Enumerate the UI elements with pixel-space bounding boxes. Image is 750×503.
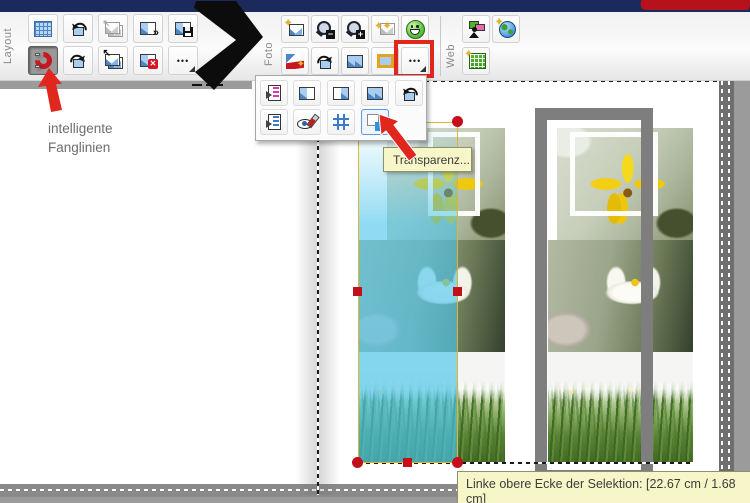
foto-more-dropdown: [255, 75, 427, 141]
grid-icon: [34, 20, 52, 37]
foto-section-label: Foto: [263, 42, 275, 67]
selection-status-tooltip: Linke obere Ecke der Selektion: [22.67 c…: [457, 471, 750, 503]
smart-guides-button[interactable]: [28, 46, 58, 75]
bring-to-front-icon: ↖: [103, 48, 123, 69]
zoom-out-button[interactable]: −: [311, 15, 339, 43]
two-photos-button[interactable]: [341, 47, 369, 75]
decorations-button[interactable]: ✦: [281, 47, 309, 75]
zoom-out-icon: −: [316, 20, 335, 39]
page-right-edge: [719, 81, 734, 497]
undo-layout-button[interactable]: [395, 80, 423, 106]
smiley-icon: [405, 19, 425, 39]
gray-frame-object[interactable]: [535, 108, 653, 482]
fold-shadow-left: [296, 82, 317, 495]
selection-handle-top-right[interactable]: [452, 116, 463, 127]
web-globe-button[interactable]: ✦: [492, 15, 520, 43]
rotate-icon: [318, 55, 333, 69]
redo-icon: [71, 54, 86, 68]
eye-brush-icon: [297, 113, 320, 130]
photo-left-icon: [299, 86, 315, 100]
transparenz-tooltip-text: Transparenz...: [393, 153, 470, 167]
zoom-in-icon: +: [346, 20, 365, 39]
photo-frame-icon: [376, 54, 394, 68]
delete-layout-button[interactable]: ✕: [133, 46, 163, 75]
transparency-icon: [366, 113, 384, 131]
album-add-icon: [265, 85, 281, 101]
toolbar: Layout ↖ » ↖ ✕ ••• Foto ✦ − + ✦✦ ✦ ••• W…: [0, 12, 750, 81]
web-section-label: Web: [445, 44, 457, 68]
save-layout-icon: [175, 22, 193, 37]
layout-more-button[interactable]: •••: [168, 46, 198, 75]
rotate-button[interactable]: [311, 47, 339, 75]
auto-enhance-icon: ✦✦: [375, 22, 395, 36]
eye-brush-style-button[interactable]: [293, 109, 321, 135]
fold-shadow-right: [319, 82, 340, 495]
photo-right-layout-button[interactable]: [327, 80, 355, 106]
selection-handle-bottom-left[interactable]: [352, 457, 363, 468]
layout-section-label: Layout: [2, 28, 14, 65]
web-globe-icon: ✦: [495, 18, 516, 38]
add-photo-button[interactable]: ✦: [281, 15, 309, 43]
photo-both-layout-button[interactable]: [361, 80, 389, 106]
photo-left-layout-button[interactable]: [293, 80, 321, 106]
album-pages-add-button[interactable]: [260, 80, 288, 106]
decorations-icon: ✦: [286, 53, 304, 69]
arrange-back-button[interactable]: ↖: [98, 14, 128, 43]
canvas-top-bar: [0, 80, 252, 89]
save-layout-button[interactable]: [168, 14, 198, 43]
photo-show-button[interactable]: [462, 15, 490, 43]
app-logo: [638, 0, 750, 10]
selection-handle-mid-left[interactable]: [353, 287, 362, 296]
album-export-icon: [265, 114, 281, 130]
photo-both-icon: [367, 86, 383, 100]
annotation-line-1: intelligente: [48, 121, 113, 136]
raster-icon: [333, 114, 349, 130]
title-bar: [0, 0, 750, 12]
selection-handle-bottom-center[interactable]: [403, 458, 412, 467]
grid-raster-button[interactable]: [327, 109, 355, 135]
photo-right-icon: [333, 86, 349, 100]
grid-button[interactable]: [28, 14, 58, 43]
add-photo-icon: ✦: [284, 19, 304, 36]
web-table-button[interactable]: ✦: [462, 47, 490, 75]
transparency-button[interactable]: [361, 109, 389, 135]
magnet-icon: [34, 52, 52, 69]
undo-icon: [71, 22, 86, 36]
zoom-in-button[interactable]: +: [341, 15, 369, 43]
page-fold-line: [317, 82, 319, 495]
undo-layout-icon: [402, 87, 417, 101]
apply-to-all-button[interactable]: »: [133, 14, 163, 43]
workspace-right: [734, 80, 750, 503]
web-table-icon: ✦: [465, 50, 486, 69]
auto-enhance-button[interactable]: ✦✦: [371, 15, 399, 43]
status-line-1: Linke obere Ecke der Selektion: [22.67 c…: [466, 477, 736, 503]
annotation-text: intelligente Fanglinien: [48, 119, 113, 157]
arrange-back-icon: ↖: [103, 18, 123, 37]
album-pages-export-button[interactable]: [260, 109, 288, 135]
app-window: Layout ↖ » ↖ ✕ ••• Foto ✦ − + ✦✦ ✦ ••• W…: [0, 0, 750, 503]
corner-triangle-icon: [189, 66, 195, 72]
apply-to-all-icon: »: [140, 22, 159, 39]
two-photos-icon: [347, 54, 363, 68]
selected-transparency-object[interactable]: [358, 122, 458, 463]
transparenz-tooltip: Transparenz...: [383, 147, 472, 172]
bring-to-front-button[interactable]: ↖: [98, 46, 128, 75]
photo-show-icon: [467, 20, 485, 38]
selection-handle-mid-right[interactable]: [453, 287, 462, 296]
selection-handle-bottom-right[interactable]: [452, 457, 463, 468]
toolbar-separator: [440, 16, 441, 76]
annotation-highlight-box: [394, 40, 434, 78]
annotation-line-2: Fanglinien: [48, 140, 111, 155]
redo-button[interactable]: [63, 46, 93, 75]
delete-layout-icon: ✕: [140, 54, 158, 69]
more-dots-icon: •••: [176, 55, 190, 66]
fun-smiley-button[interactable]: [401, 15, 429, 43]
undo-button[interactable]: [63, 14, 93, 43]
